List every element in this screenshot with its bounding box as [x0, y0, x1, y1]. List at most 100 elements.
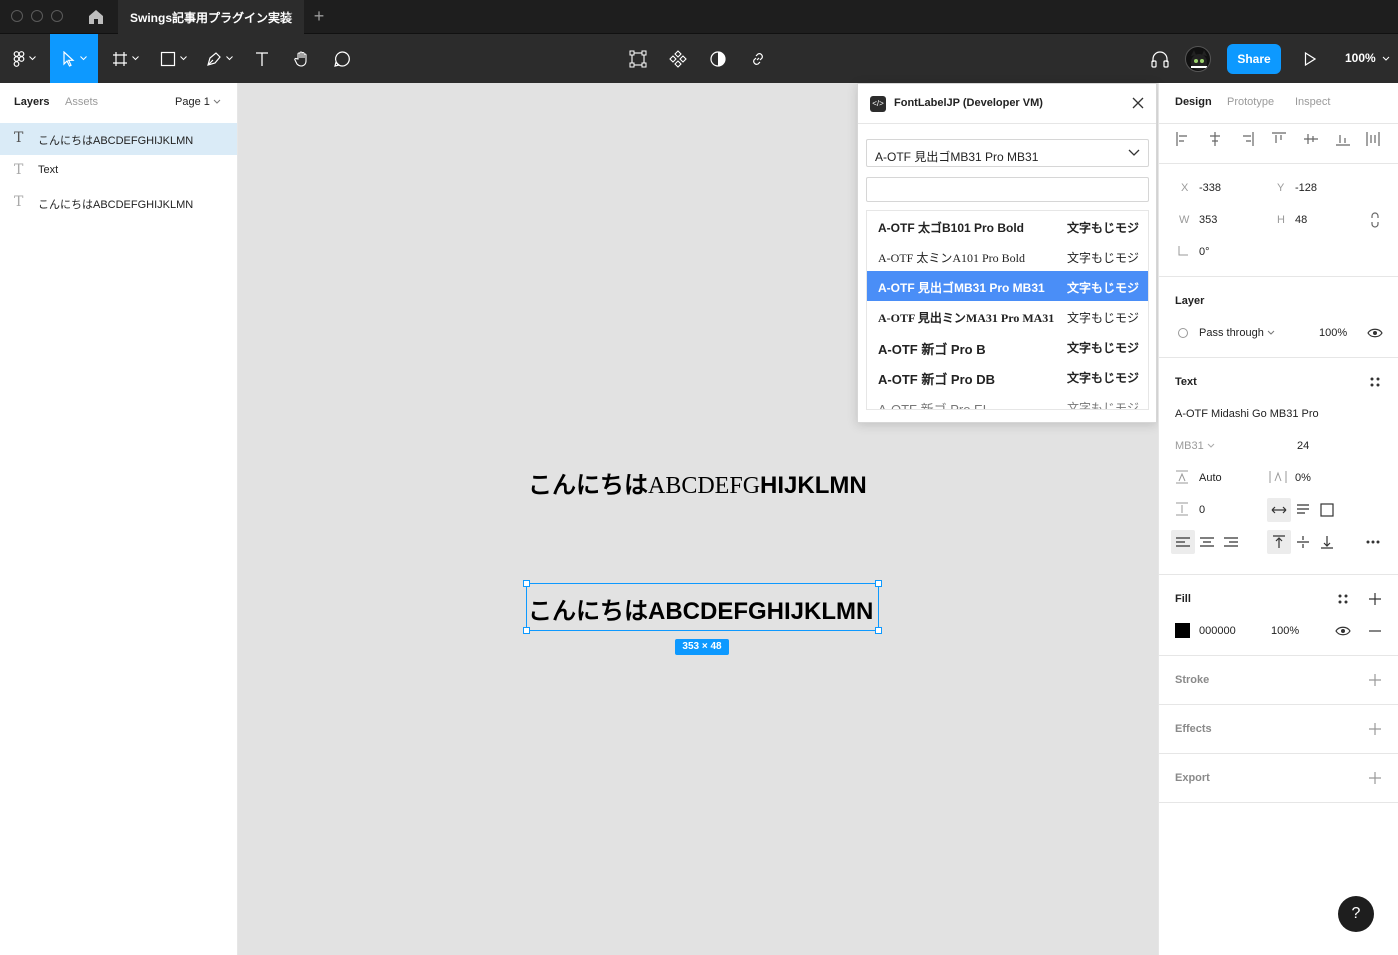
constrain-proportions-icon[interactable] [1367, 212, 1383, 228]
x-label: X [1181, 182, 1189, 194]
distribute-icon[interactable] [1365, 131, 1381, 147]
pen-tool-button[interactable] [198, 34, 240, 83]
rotation-input[interactable]: 0° [1199, 246, 1210, 258]
audio-button[interactable] [1144, 34, 1176, 83]
resize-handle[interactable] [875, 627, 882, 634]
font-list-item-selected[interactable]: A-OTF 見出ゴMB31 Pro MB31 文字もじモジ [867, 271, 1148, 301]
resize-handle[interactable] [523, 627, 530, 634]
align-top-icon[interactable] [1271, 131, 1287, 147]
font-list-item[interactable]: A-OTF 太ゴB101 Pro Bold 文字もじモジ [867, 211, 1148, 241]
auto-height-icon[interactable] [1295, 502, 1311, 518]
tab-design[interactable]: Design [1175, 96, 1212, 108]
file-tab[interactable]: Swings記事用プラグイン実装 ✕ [118, 0, 304, 34]
move-tool-button[interactable] [50, 34, 98, 83]
vertical-align-middle-icon[interactable] [1295, 534, 1311, 550]
font-list-item[interactable]: A-OTF 新ゴ Pro EL 文字もじモジ [867, 391, 1148, 409]
align-left-icon[interactable] [1175, 131, 1191, 147]
remove-fill-icon[interactable] [1367, 623, 1383, 639]
canvas-text-layer[interactable]: こんにちはABCDEFGHIJKLMN [528, 465, 867, 500]
y-input[interactable]: -128 [1295, 182, 1317, 194]
component-actions-button[interactable] [622, 34, 654, 83]
text-align-right-icon[interactable] [1223, 534, 1239, 550]
fill-color-swatch[interactable] [1175, 623, 1190, 638]
add-fill-icon[interactable] [1367, 591, 1383, 607]
layer-item[interactable]: T Text [0, 155, 237, 187]
avatar[interactable] [1185, 46, 1211, 72]
help-button[interactable]: ? [1338, 896, 1374, 932]
home-icon[interactable] [86, 7, 106, 27]
fill-opacity-input[interactable]: 100% [1271, 625, 1299, 637]
font-family-dropdown[interactable]: A-OTF Midashi Go MB31 Pro [1175, 408, 1319, 420]
close-tab-icon[interactable]: ✕ [283, 9, 294, 25]
x-input[interactable]: -338 [1199, 182, 1221, 194]
font-search-input[interactable] [866, 177, 1149, 202]
layer-opacity-input[interactable]: 100% [1319, 327, 1347, 339]
eye-icon[interactable] [1367, 325, 1383, 341]
text-styles-icon[interactable] [1367, 374, 1383, 390]
w-input[interactable]: 353 [1199, 214, 1217, 226]
copy-link-button[interactable] [742, 34, 774, 83]
create-component-button[interactable] [662, 34, 694, 83]
tab-prototype[interactable]: Prototype [1227, 96, 1274, 108]
vertical-align-bottom-icon[interactable] [1319, 534, 1335, 550]
eye-icon[interactable] [1335, 623, 1351, 639]
add-export-icon[interactable] [1367, 770, 1383, 786]
font-list-item[interactable]: A-OTF 太ミンA101 Pro Bold 文字もじモジ [867, 241, 1148, 271]
new-tab-button[interactable]: + [310, 5, 328, 27]
letter-spacing-input[interactable]: 0% [1295, 472, 1311, 484]
paragraph-spacing-input[interactable]: 0 [1199, 504, 1205, 516]
align-bottom-icon[interactable] [1335, 131, 1351, 147]
fill-hex-input[interactable]: 000000 [1199, 625, 1236, 637]
more-options-icon[interactable] [1365, 534, 1381, 550]
comment-tool-button[interactable] [326, 34, 358, 83]
text-tool-button[interactable] [246, 34, 278, 83]
maximize-window-button[interactable] [51, 10, 63, 22]
zoom-dropdown[interactable]: 100% [1345, 51, 1390, 65]
main-menu-button[interactable] [0, 34, 48, 83]
chevron-down-icon [179, 56, 187, 61]
page-dropdown[interactable]: Page 1 [175, 96, 221, 108]
shape-tool-button[interactable] [152, 34, 194, 83]
close-icon[interactable] [1130, 95, 1146, 111]
font-list-item[interactable]: A-OTF 新ゴ Pro DB 文字もじモジ [867, 361, 1148, 391]
font-select[interactable]: A-OTF 見出ゴMB31 Pro MB31 [866, 139, 1149, 167]
font-list[interactable]: A-OTF 太ゴB101 Pro Bold 文字もじモジ A-OTF 太ミンA1… [866, 210, 1149, 410]
align-horizontal-center-icon[interactable] [1207, 131, 1223, 147]
resize-handle[interactable] [523, 580, 530, 587]
tab-assets[interactable]: Assets [65, 96, 98, 108]
minimize-window-button[interactable] [31, 10, 43, 22]
selection-box[interactable] [526, 583, 879, 631]
close-window-button[interactable] [11, 10, 23, 22]
w-label: W [1179, 214, 1190, 226]
auto-width-icon[interactable] [1267, 498, 1291, 522]
layer-item[interactable]: T こんにちはABCDEFGHIJKLMN [0, 123, 237, 155]
present-button[interactable] [1296, 34, 1324, 83]
mask-button[interactable] [702, 34, 734, 83]
line-height-input[interactable]: Auto [1199, 472, 1222, 484]
frame-tool-button[interactable] [104, 34, 146, 83]
text-align-center-icon[interactable] [1199, 534, 1215, 550]
align-vertical-center-icon[interactable] [1303, 131, 1319, 147]
hand-tool-button[interactable] [286, 34, 318, 83]
tab-inspect[interactable]: Inspect [1295, 96, 1330, 108]
hand-icon [294, 50, 307, 67]
blend-mode-dropdown[interactable]: Pass through [1199, 327, 1275, 339]
layer-item[interactable]: T こんにちはABCDEFGHIJKLMN [0, 187, 237, 219]
fixed-size-icon[interactable] [1319, 502, 1335, 518]
add-stroke-icon[interactable] [1367, 672, 1383, 688]
font-style-dropdown[interactable]: MB31 [1175, 440, 1215, 452]
text-align-left-icon[interactable] [1171, 530, 1195, 554]
font-size-input[interactable]: 24 [1297, 440, 1309, 452]
font-list-item[interactable]: A-OTF 見出ミンMA31 Pro MA31 文字もじモジ [867, 301, 1148, 331]
resize-handle[interactable] [875, 580, 882, 587]
vertical-align-top-icon[interactable] [1267, 530, 1291, 554]
font-list-item[interactable]: A-OTF 新ゴ Pro B 文字もじモジ [867, 331, 1148, 361]
tab-layers[interactable]: Layers [14, 96, 49, 108]
h-input[interactable]: 48 [1295, 214, 1307, 226]
align-right-icon[interactable] [1239, 131, 1255, 147]
fill-styles-icon[interactable] [1335, 591, 1351, 607]
add-effect-icon[interactable] [1367, 721, 1383, 737]
divider [1159, 802, 1398, 803]
share-button[interactable]: Share [1227, 44, 1281, 74]
font-name: A-OTF 見出ゴMB31 Pro MB31 [878, 281, 1045, 295]
